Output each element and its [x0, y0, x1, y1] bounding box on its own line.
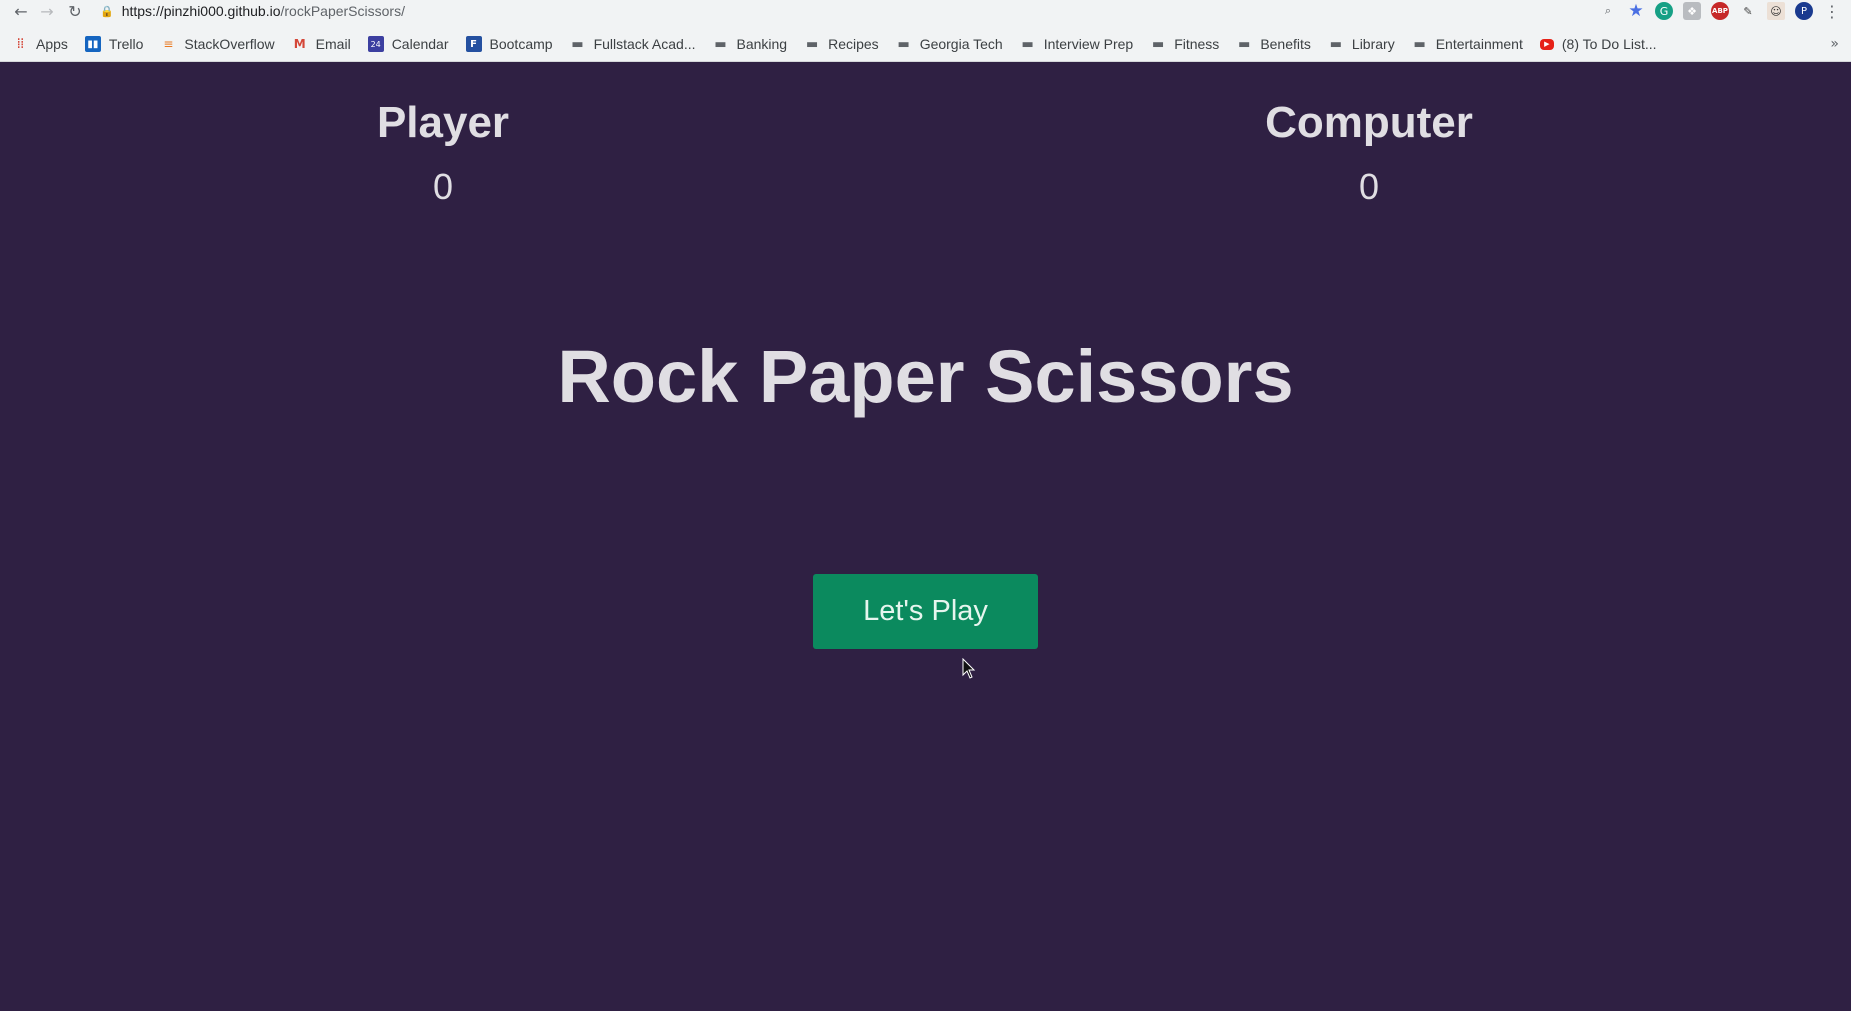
- folder-icon: ▬: [1329, 36, 1343, 52]
- folder-icon: ▬: [1238, 36, 1251, 52]
- pen-extension-icon[interactable]: ✎: [1739, 2, 1757, 20]
- bookmark-label: Banking: [736, 36, 788, 52]
- player-label: Player: [376, 98, 510, 147]
- folder-icon: ▬: [805, 36, 819, 52]
- player-score-block: Player 0: [293, 96, 593, 210]
- folder-icon: ▬: [1413, 36, 1426, 52]
- bootcamp-icon: F: [465, 36, 482, 52]
- bookmark-folder-benefits[interactable]: ▬ Benefits: [1236, 36, 1311, 52]
- adblock-plus-icon[interactable]: ABP: [1711, 2, 1729, 20]
- apps-grid-icon: ⁞⁞: [16, 36, 25, 52]
- bookmark-label: (8) To Do List...: [1561, 36, 1657, 52]
- bookmark-folder-interview-prep[interactable]: ▬ Interview Prep: [1020, 36, 1134, 52]
- bookmark-folder-banking[interactable]: ▬ Banking: [713, 36, 788, 52]
- trello-icon: ▮▮: [84, 36, 101, 52]
- computer-score-block: Computer 0: [1219, 96, 1519, 210]
- bookmark-folder-fullstack[interactable]: ▬ Fullstack Acad...: [570, 36, 696, 52]
- folder-icon: ▬: [1021, 36, 1034, 52]
- back-arrow-icon[interactable]: ←: [8, 0, 34, 22]
- zoom-icon[interactable]: ⌕: [1599, 2, 1617, 20]
- bookmark-label: Email: [315, 36, 351, 52]
- extension-gray-icon[interactable]: ❖: [1683, 2, 1701, 20]
- bookmark-bootcamp[interactable]: F Bootcamp: [465, 36, 553, 52]
- bookmark-label: Entertainment: [1435, 36, 1523, 52]
- bookmark-apps[interactable]: ⁞⁞ Apps: [12, 36, 68, 52]
- bookmark-trello[interactable]: ▮▮ Trello: [84, 36, 144, 52]
- bookmark-label: Georgia Tech: [919, 36, 1003, 52]
- bookmark-star-icon[interactable]: ★: [1627, 1, 1645, 21]
- bookmark-stackoverflow[interactable]: ≡ StackOverflow: [160, 36, 274, 52]
- folder-icon: ▬: [897, 36, 910, 52]
- bookmark-label: Fullstack Acad...: [593, 36, 696, 52]
- folder-icon: ▬: [714, 36, 727, 52]
- bookmark-label: Apps: [36, 36, 68, 52]
- bookmarks-bar: ⁞⁞ Apps ▮▮ Trello ≡ StackOverflow M Emai…: [0, 32, 1851, 56]
- bookmark-folder-entertainment[interactable]: ▬ Entertainment: [1412, 36, 1523, 52]
- grammarly-extension-icon[interactable]: G: [1655, 2, 1673, 20]
- game-page: Player 0 Computer 0 Rock Paper Scissors …: [0, 62, 1851, 1011]
- bookmark-label: Calendar: [391, 36, 449, 52]
- bookmark-label: Benefits: [1260, 36, 1311, 52]
- bookmark-todo-list[interactable]: ▶ (8) To Do List...: [1539, 36, 1657, 52]
- bookmarks-overflow-icon[interactable]: »: [1830, 32, 1839, 56]
- profile-avatar-icon[interactable]: P: [1795, 2, 1813, 20]
- bookmark-label: Bootcamp: [489, 36, 553, 52]
- computer-label: Computer: [1265, 98, 1473, 147]
- gmail-icon: M: [293, 37, 306, 51]
- bookmark-folder-recipes[interactable]: ▬ Recipes: [804, 36, 879, 52]
- lets-play-button[interactable]: Let's Play: [813, 574, 1038, 649]
- bookmark-folder-georgia-tech[interactable]: ▬ Georgia Tech: [896, 36, 1003, 52]
- bookmark-label: Trello: [108, 36, 144, 52]
- lock-icon: 🔒: [100, 4, 114, 18]
- player-score: 0: [432, 166, 454, 207]
- stackoverflow-icon: ≡: [163, 37, 174, 51]
- bookmark-label: Library: [1351, 36, 1395, 52]
- bookmark-folder-fitness[interactable]: ▬ Fitness: [1150, 36, 1219, 52]
- extension-icons: ⌕ ★ G ❖ ABP ✎ ☺ P ⋮: [1599, 1, 1841, 21]
- folder-icon: ▬: [571, 36, 584, 52]
- bookmark-label: StackOverflow: [184, 36, 275, 52]
- address-bar[interactable]: 🔒 https://pinzhi000.github.io /rockPaper…: [100, 0, 1599, 22]
- bookmark-email[interactable]: M Email: [292, 36, 351, 52]
- browser-toolbar: ← → ↻ 🔒 https://pinzhi000.github.io /roc…: [0, 0, 1851, 22]
- url-path: /rockPaperScissors/: [280, 3, 405, 19]
- computer-score: 0: [1358, 166, 1380, 207]
- youtube-icon: ▶: [1539, 38, 1554, 50]
- bookmark-label: Recipes: [828, 36, 879, 52]
- mouse-cursor-icon: [962, 658, 976, 679]
- bookmark-folder-library[interactable]: ▬ Library: [1328, 36, 1395, 52]
- reload-icon[interactable]: ↻: [62, 0, 88, 22]
- calendar-icon: 24: [367, 36, 384, 52]
- browser-menu-icon[interactable]: ⋮: [1823, 2, 1841, 21]
- folder-icon: ▬: [1152, 36, 1165, 52]
- game-title: Rock Paper Scissors: [557, 335, 1294, 418]
- bookmark-calendar[interactable]: 24 Calendar: [367, 36, 449, 52]
- browser-chrome: ← → ↻ 🔒 https://pinzhi000.github.io /roc…: [0, 0, 1851, 62]
- bookmark-label: Interview Prep: [1043, 36, 1134, 52]
- bookmark-label: Fitness: [1174, 36, 1220, 52]
- avatar-extension-icon[interactable]: ☺: [1767, 2, 1785, 20]
- forward-arrow-icon[interactable]: →: [34, 0, 60, 22]
- url-host: https://pinzhi000.github.io: [121, 3, 281, 19]
